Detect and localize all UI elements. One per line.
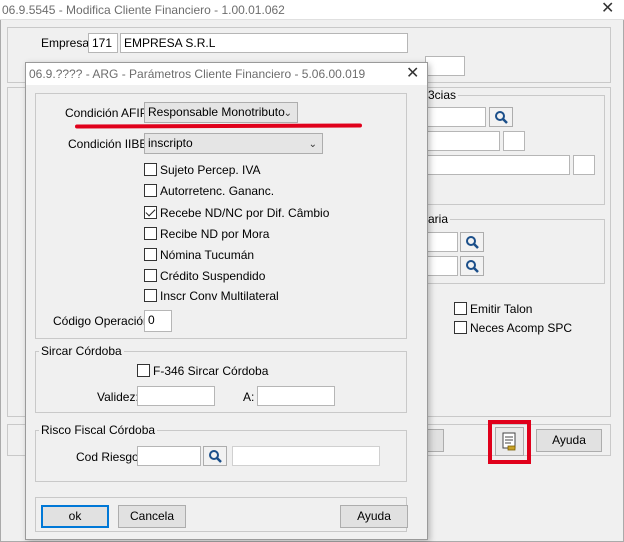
condicion-afip-value: Responsable Monotributo <box>148 105 285 119</box>
main-close-icon[interactable]: ✕ <box>601 1 614 17</box>
sircar-group <box>35 351 407 413</box>
main-window-title: 06.9.5545 - Modifica Cliente Financiero … <box>2 3 285 17</box>
sircar-group-title: Sircar Córdoba <box>39 344 124 358</box>
main-aria-search-button-1[interactable] <box>460 232 484 252</box>
empresa-name-field[interactable]: EMPRESA S.R.L <box>120 33 408 53</box>
validez-label: Validez: <box>97 390 139 404</box>
nomina-tucuman-label: Nómina Tucumán <box>160 248 255 262</box>
emitir-talon-checkbox[interactable] <box>454 302 467 315</box>
condicion-iibb-select[interactable]: inscripto ⌄ <box>144 133 323 154</box>
credito-suspendido-checkbox[interactable] <box>144 269 157 282</box>
document-icon <box>502 432 516 451</box>
validez-field[interactable] <box>137 386 215 406</box>
dialog-close-icon[interactable]: ✕ <box>406 66 419 82</box>
search-icon <box>466 260 479 273</box>
cod-riesgo-search-button[interactable] <box>203 446 227 466</box>
recebe-nd-nc-checkbox[interactable] <box>144 206 157 219</box>
f346-sircar-label: F-346 Sircar Córdoba <box>153 364 269 378</box>
condicion-iibb-label: Condición IIBB: <box>68 137 151 151</box>
a-label: A: <box>243 390 255 404</box>
credito-suspendido-label: Crédito Suspendido <box>160 269 266 283</box>
main-aria-search-button-2[interactable] <box>460 256 484 276</box>
recibe-nd-mora-checkbox[interactable] <box>144 227 157 240</box>
autorretenc-gananc-checkbox[interactable] <box>144 184 157 197</box>
a-field[interactable] <box>257 386 335 406</box>
f346-sircar-checkbox[interactable] <box>137 364 150 377</box>
main-bcias-field-3[interactable] <box>503 131 525 151</box>
condicion-iibb-value: inscripto <box>148 136 193 150</box>
recibe-nd-mora-label: Recibe ND por Mora <box>160 227 270 241</box>
main-bcias-field-5[interactable] <box>573 155 595 175</box>
sujeto-percep-iva-checkbox[interactable] <box>144 163 157 176</box>
search-icon <box>495 111 508 124</box>
empresa-code-field[interactable]: 171 <box>88 33 118 53</box>
codigo-operacion-label: Código Operación: <box>53 314 154 328</box>
emitir-talon-label: Emitir Talon <box>470 302 533 316</box>
neces-acomp-spc-checkbox[interactable] <box>454 321 467 334</box>
risco-fiscal-group-title: Risco Fiscal Córdoba <box>39 423 158 437</box>
chevron-down-icon: ⌄ <box>283 108 292 119</box>
main-bcias-field-2[interactable] <box>426 131 500 151</box>
cod-riesgo-description-field <box>232 446 380 466</box>
sujeto-percep-iva-label: Sujeto Percep. IVA <box>160 163 261 177</box>
codigo-operacion-field[interactable]: 0 <box>144 310 172 332</box>
dialog-title: 06.9.???? - ARG - Parámetros Cliente Fin… <box>29 67 366 81</box>
search-icon <box>466 236 479 249</box>
main-secondary-field[interactable] <box>425 56 465 76</box>
cod-riesgo-field[interactable] <box>137 446 201 466</box>
document-button[interactable] <box>495 427 524 456</box>
cancel-button[interactable]: Cancela <box>118 505 186 528</box>
main-bcias-group-title: 3cias <box>426 88 459 102</box>
condicion-afip-select[interactable]: Responsable Monotributo ⌄ <box>144 102 298 123</box>
recebe-nd-nc-label: Recebe ND/NC por Dif. Câmbio <box>160 206 330 220</box>
autorretenc-gananc-label: Autorretenc. Gananc. <box>160 184 275 198</box>
condicion-afip-label: Condición AFIP: <box>65 106 152 120</box>
main-aria-field-1[interactable] <box>426 232 458 252</box>
dialog-help-button[interactable]: Ayuda <box>340 505 408 528</box>
main-bcias-field-1[interactable] <box>426 107 486 127</box>
main-help-button[interactable]: Ayuda <box>536 429 602 452</box>
inscr-conv-multilateral-label: Inscr Conv Multilateral <box>160 289 279 303</box>
search-icon <box>209 450 222 463</box>
neces-acomp-spc-label: Neces Acomp SPC <box>470 321 573 335</box>
inscr-conv-multilateral-checkbox[interactable] <box>144 289 157 302</box>
nomina-tucuman-checkbox[interactable] <box>144 248 157 261</box>
main-aria-group-title: aria <box>426 212 451 226</box>
main-aria-field-2[interactable] <box>426 256 458 276</box>
cod-riesgo-label: Cod Riesgo: <box>76 450 143 464</box>
empresa-label: Empresa: <box>41 36 93 50</box>
main-bcias-search-button[interactable] <box>489 107 513 127</box>
chevron-down-icon: ⌄ <box>308 139 317 150</box>
ok-button[interactable]: ok <box>41 505 109 528</box>
main-bcias-field-4[interactable] <box>426 155 570 175</box>
